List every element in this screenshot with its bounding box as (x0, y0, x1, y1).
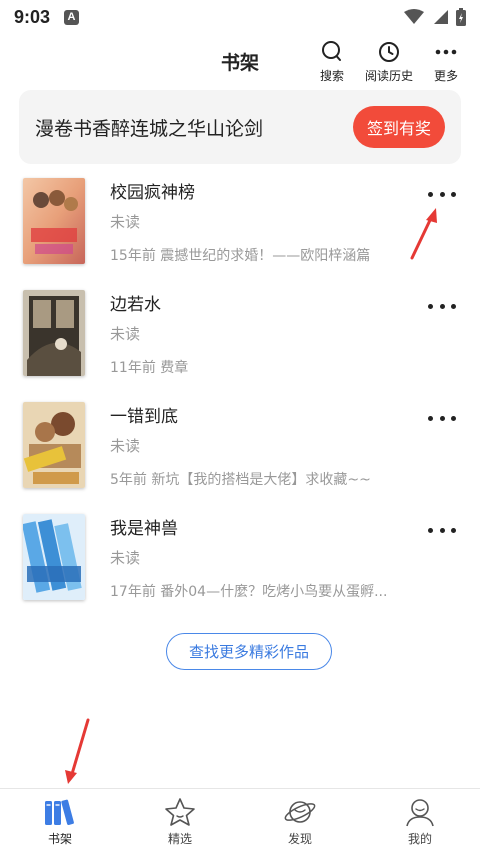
book-read-status: 未读 (110, 213, 141, 231)
signal-icon (434, 10, 448, 24)
book-latest-chapter: 11年前 费章 (110, 360, 189, 376)
tab-label: 精选 (167, 832, 192, 846)
book-read-status: 未读 (110, 437, 141, 455)
tab-label: 书架 (47, 832, 72, 846)
book-options-button[interactable] (426, 408, 458, 428)
status-time: 9:03 (14, 6, 51, 27)
book-cover[interactable] (23, 290, 85, 376)
search-icon (322, 41, 341, 61)
find-more-works-button[interactable]: 查找更多精彩作品 (166, 633, 332, 670)
book-cover[interactable] (23, 514, 85, 600)
search-label: 搜索 (319, 69, 344, 83)
search-button[interactable]: 搜索 (302, 40, 362, 84)
sign-in-reward-button[interactable]: 签到有奖 (353, 106, 445, 148)
book-cover[interactable] (23, 402, 85, 488)
book-latest-chapter: 15年前 震撼世纪的求婚！——欧阳梓涵篇 (110, 248, 371, 264)
book-item[interactable]: 校园疯神榜 未读 15年前 震撼世纪的求婚！——欧阳梓涵篇 (0, 178, 480, 290)
app-header: 书架 搜索 阅读历史 更多 (0, 34, 480, 90)
book-cover[interactable] (23, 178, 85, 264)
bookshelf-icon (45, 799, 74, 825)
planet-icon (284, 801, 316, 823)
book-title[interactable]: 边若水 (110, 290, 161, 315)
tab-profile[interactable]: 我的 (360, 789, 480, 853)
annotation-arrow-icon (65, 718, 90, 784)
book-title[interactable]: 校园疯神榜 (110, 178, 195, 203)
more-button[interactable]: 更多 (416, 40, 476, 84)
reading-history-button[interactable]: 阅读历史 (359, 40, 419, 84)
tab-bookshelf[interactable]: 书架 (0, 789, 120, 853)
book-title[interactable]: 一错到底 (110, 402, 178, 427)
notification-a-icon: A (64, 9, 80, 25)
user-icon (406, 799, 434, 827)
book-latest-chapter: 17年前 番外04—什麼？吃烤小鸟要从蛋孵... (110, 584, 388, 600)
tab-discover[interactable]: 发现 (240, 789, 360, 853)
wifi-icon (404, 9, 424, 24)
clock-icon (379, 42, 399, 62)
book-read-status: 未读 (110, 325, 141, 343)
star-icon (165, 798, 195, 826)
promo-banner[interactable]: 漫卷书香醉连城之华山论剑 签到有奖 (19, 90, 461, 164)
book-options-button[interactable] (426, 184, 458, 204)
tab-label: 我的 (407, 832, 432, 846)
tab-featured[interactable]: 精选 (120, 789, 240, 853)
book-item[interactable]: 一错到底 未读 5年前 新坑【我的搭档是大佬】求收藏~~ (0, 402, 480, 514)
battery-icon (456, 8, 466, 26)
book-item[interactable]: 我是神兽 未读 17年前 番外04—什麼？吃烤小鸟要从蛋孵... (0, 514, 480, 626)
book-item[interactable]: 边若水 未读 11年前 费章 (0, 290, 480, 402)
more-label: 更多 (433, 69, 458, 83)
book-options-button[interactable] (426, 520, 458, 540)
book-read-status: 未读 (110, 549, 141, 567)
tab-label: 发现 (287, 832, 312, 846)
reading-history-label: 阅读历史 (364, 69, 413, 83)
book-options-button[interactable] (426, 296, 458, 316)
book-title[interactable]: 我是神兽 (110, 514, 178, 539)
more-dots-icon (435, 49, 457, 55)
banner-text: 漫卷书香醉连城之华山论剑 (35, 117, 264, 140)
book-latest-chapter: 5年前 新坑【我的搭档是大佬】求收藏~~ (110, 472, 371, 488)
bottom-navigation: 书架 精选 发现 我的 (0, 788, 480, 853)
status-bar: 9:03 A (0, 0, 480, 34)
